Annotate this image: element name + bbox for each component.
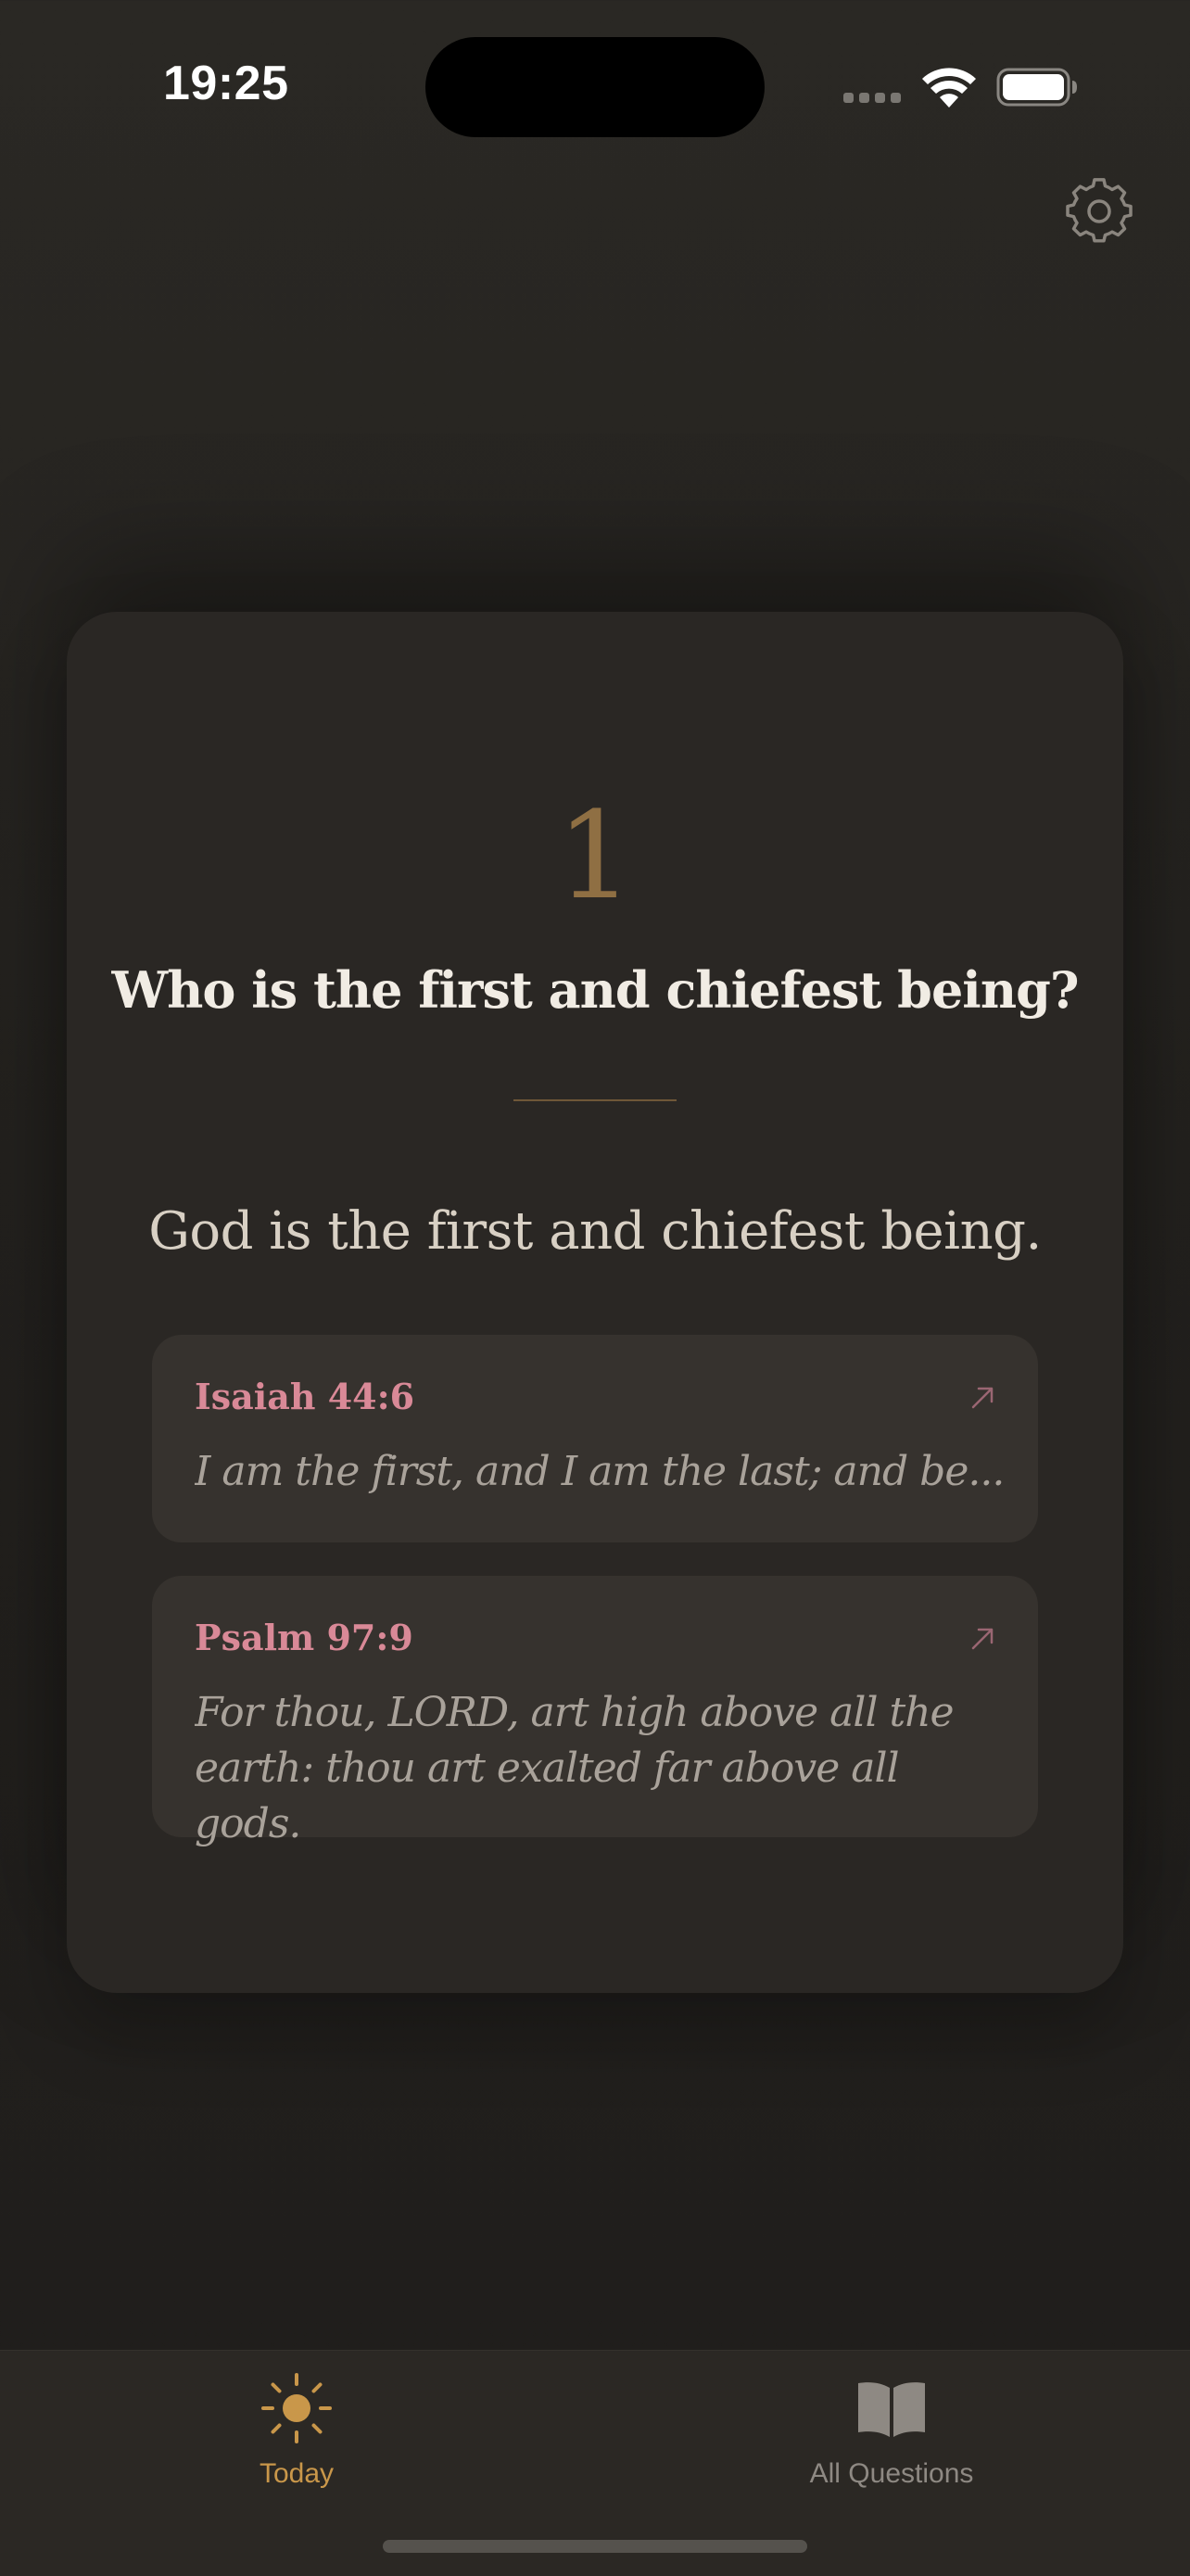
reference-citation: Psalm 97:9 bbox=[195, 1617, 413, 1658]
sun-icon bbox=[261, 2373, 332, 2443]
tab-all-questions[interactable]: All Questions bbox=[753, 2369, 1031, 2508]
battery-icon bbox=[996, 68, 1077, 107]
book-icon bbox=[858, 2382, 925, 2437]
tab-label: Today bbox=[259, 2458, 335, 2489]
answer-text: God is the first and chiefest being. bbox=[148, 1201, 1042, 1262]
arrow-up-right-icon bbox=[971, 1387, 994, 1409]
home-indicator[interactable] bbox=[383, 2540, 807, 2553]
settings-gear-icon[interactable] bbox=[1066, 178, 1133, 245]
dynamic-island bbox=[425, 37, 765, 137]
divider bbox=[513, 1099, 677, 1101]
reference-card-psalm[interactable]: Psalm 97:9 For thou, LORD, art high abov… bbox=[152, 1576, 1038, 1847]
cellular-signal-icon bbox=[843, 93, 901, 103]
wifi-icon bbox=[922, 68, 976, 108]
reference-card-isaiah[interactable]: Isaiah 44:6 I am the first, and I am the… bbox=[152, 1335, 1038, 1542]
arrow-up-right-icon bbox=[971, 1628, 994, 1650]
tab-today[interactable]: Today bbox=[158, 2369, 436, 2508]
reference-text: For thou, LORD, art high above all the e… bbox=[195, 1689, 955, 1847]
question-number: 1 bbox=[556, 785, 634, 926]
reference-text: I am the first, and I am the last; and b… bbox=[195, 1448, 1005, 1495]
reference-citation: Isaiah 44:6 bbox=[195, 1376, 415, 1417]
status-time: 19:25 bbox=[163, 57, 289, 110]
question-text: Who is the first and chiefest being? bbox=[111, 960, 1080, 1020]
tab-label: All Questions bbox=[809, 2458, 974, 2489]
